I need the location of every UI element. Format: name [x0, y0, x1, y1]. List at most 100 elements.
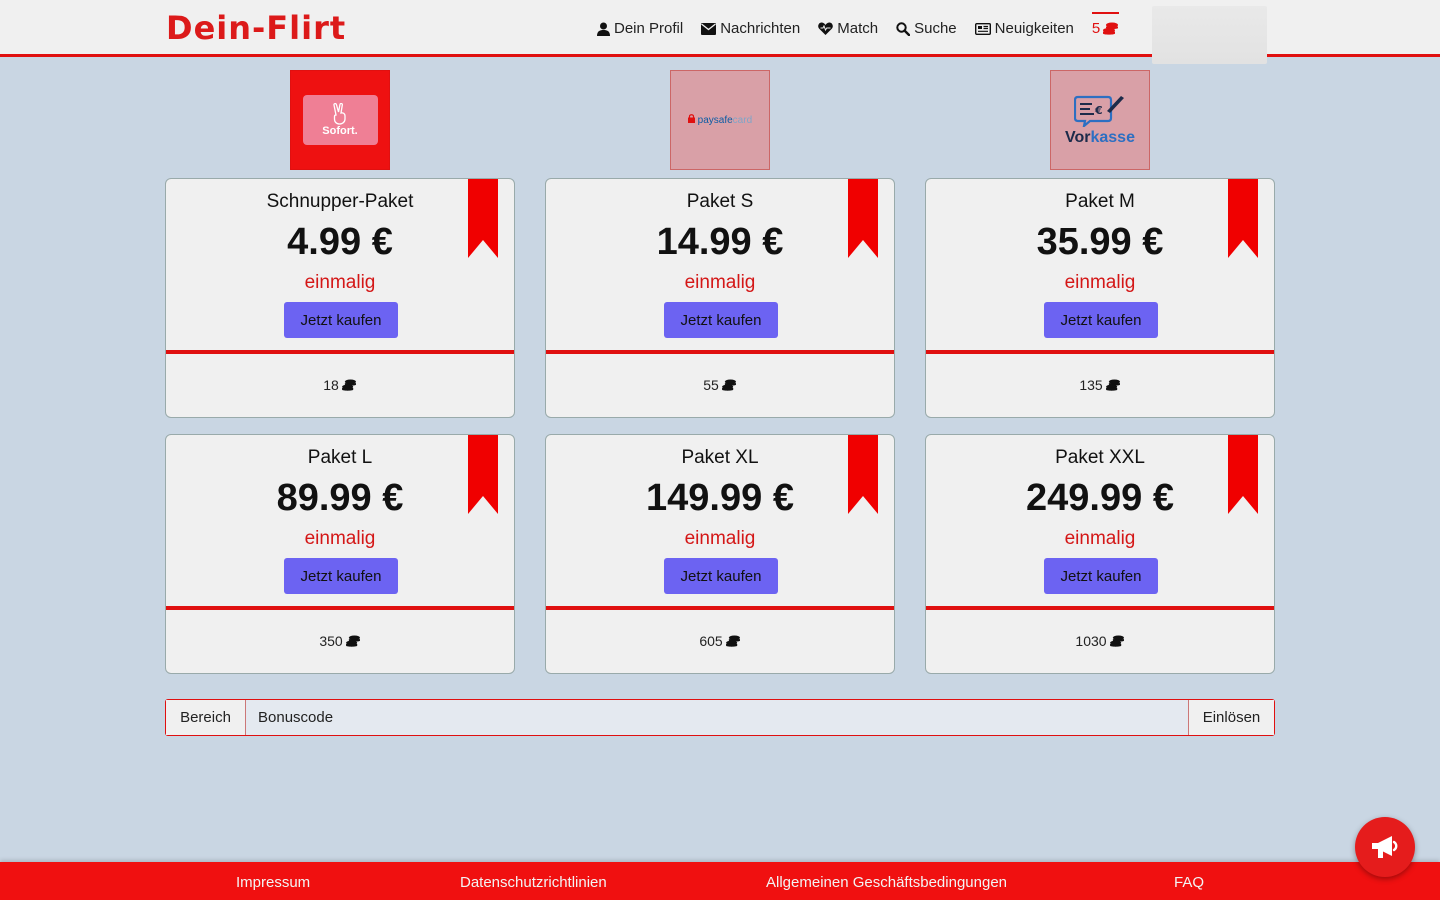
- lock-icon: [687, 114, 695, 123]
- search-icon: [896, 21, 911, 36]
- package-coins-value: 18: [323, 377, 339, 393]
- payment-sofort[interactable]: Sofort.: [290, 70, 390, 170]
- paysafecard-label-suffix: card: [732, 115, 753, 126]
- nav-profile-label: Dein Profil: [614, 20, 684, 37]
- nav-search[interactable]: Suche: [896, 20, 957, 37]
- bonus-code-input[interactable]: [246, 700, 1188, 735]
- package-card: Schnupper-Paket 4.99 € einmalig Jetzt ka…: [165, 178, 515, 418]
- package-period: einmalig: [304, 272, 376, 293]
- invoice-icon: €: [1073, 95, 1124, 127]
- package-card: Paket L 89.99 € einmalig Jetzt kaufen 35…: [165, 434, 515, 674]
- package-coins-value: 350: [319, 633, 343, 649]
- package-coins: 55: [546, 377, 894, 393]
- user-avatar-blurred[interactable]: [1152, 6, 1267, 64]
- package-period: einmalig: [684, 272, 756, 293]
- package-coins: 135: [926, 377, 1274, 393]
- footer-link-privacy[interactable]: Datenschutzrichtlinien: [460, 874, 607, 891]
- card-divider: [926, 350, 1274, 354]
- buy-button[interactable]: Jetzt kaufen: [1044, 558, 1158, 594]
- buy-button[interactable]: Jetzt kaufen: [664, 558, 778, 594]
- svg-text:€: €: [1094, 104, 1103, 117]
- payment-paysafecard[interactable]: paysafecard: [670, 70, 770, 170]
- nav-news[interactable]: Neuigkeiten: [974, 20, 1074, 37]
- footer-link-terms[interactable]: Allgemeinen Geschäftsbedingungen: [766, 874, 1007, 891]
- coins-icon: [725, 634, 740, 647]
- package-card: Paket XXL 249.99 € einmalig Jetzt kaufen…: [925, 434, 1275, 674]
- coins-icon: [1109, 634, 1124, 647]
- newspaper-icon: [974, 22, 991, 35]
- nav-news-label: Neuigkeiten: [994, 20, 1074, 37]
- package-price: 89.99 €: [276, 477, 404, 519]
- buy-button[interactable]: Jetzt kaufen: [664, 302, 778, 338]
- package-card: Paket M 35.99 € einmalig Jetzt kaufen 13…: [925, 178, 1275, 418]
- package-coins: 18: [166, 377, 514, 393]
- vorkasse-logo: € Vorkasse: [1065, 93, 1135, 147]
- package-coins-value: 605: [699, 633, 723, 649]
- package-name: Schnupper-Paket: [266, 191, 414, 212]
- nav-messages-label: Nachrichten: [720, 20, 801, 37]
- package-period: einmalig: [1064, 528, 1136, 549]
- package-coins: 605: [546, 633, 894, 649]
- coin-balance[interactable]: 5: [1091, 12, 1120, 37]
- package-name: Paket XL: [681, 447, 759, 468]
- package-price: 4.99 €: [287, 221, 393, 263]
- package-coins-value: 135: [1079, 377, 1103, 393]
- top-header: Dein-Flirt Dein Profil Nachrichten Match…: [0, 0, 1440, 64]
- card-divider: [926, 606, 1274, 610]
- coin-balance-value: 5: [1091, 20, 1101, 37]
- envelope-icon: [701, 22, 717, 35]
- package-card: Paket XL 149.99 € einmalig Jetzt kaufen …: [545, 434, 895, 674]
- package-coins-value: 55: [703, 377, 719, 393]
- buy-button[interactable]: Jetzt kaufen: [284, 302, 398, 338]
- package-price: 35.99 €: [1036, 221, 1164, 263]
- sofort-label: Sofort.: [322, 125, 358, 137]
- buy-button[interactable]: Jetzt kaufen: [1044, 302, 1158, 338]
- paysafecard-logo: paysafecard: [687, 114, 753, 126]
- package-price: 14.99 €: [656, 221, 784, 263]
- package-name: Paket M: [1065, 191, 1135, 212]
- package-price: 149.99 €: [646, 477, 794, 519]
- footer-link-faq[interactable]: FAQ: [1174, 874, 1204, 891]
- package-period: einmalig: [684, 528, 756, 549]
- buy-button[interactable]: Jetzt kaufen: [284, 558, 398, 594]
- bonus-area-label: Bereich: [166, 700, 246, 735]
- package-coins: 1030: [926, 633, 1274, 649]
- card-divider: [166, 606, 514, 610]
- main-nav: Dein Profil Nachrichten Match Suche Neui…: [597, 12, 1120, 37]
- package-period: einmalig: [1064, 272, 1136, 293]
- paysafecard-label: paysafe: [697, 115, 733, 126]
- package-coins: 350: [166, 633, 514, 649]
- announcement-button[interactable]: [1355, 817, 1415, 877]
- coins-icon: [721, 378, 736, 391]
- nav-match-label: Match: [837, 20, 879, 37]
- footer-link-impressum[interactable]: Impressum: [236, 874, 310, 891]
- coins-icon: [1103, 22, 1119, 35]
- card-divider: [166, 350, 514, 354]
- nav-match[interactable]: Match: [818, 20, 878, 37]
- package-name: Paket S: [686, 191, 754, 212]
- coins-icon: [1105, 378, 1120, 391]
- payment-vorkasse[interactable]: € Vorkasse: [1050, 70, 1150, 170]
- footer: Impressum Datenschutzrichtlinien Allgeme…: [0, 862, 1440, 900]
- redeem-button[interactable]: Einlösen: [1188, 700, 1274, 735]
- site-logo[interactable]: Dein-Flirt: [166, 9, 346, 47]
- user-icon: [597, 22, 610, 36]
- peace-hand-icon: [333, 103, 346, 125]
- megaphone-icon: [1372, 836, 1398, 858]
- vorkasse-label: Vorkasse: [1065, 129, 1135, 146]
- card-divider: [546, 350, 894, 354]
- package-card: Paket S 14.99 € einmalig Jetzt kaufen 55: [545, 178, 895, 418]
- package-name: Paket XXL: [1055, 447, 1145, 468]
- package-coins-value: 1030: [1075, 633, 1107, 649]
- sofort-logo: Sofort.: [302, 95, 378, 145]
- coins-icon: [345, 634, 360, 647]
- coins-icon: [341, 378, 356, 391]
- package-price: 249.99 €: [1026, 477, 1174, 519]
- package-name: Paket L: [307, 447, 373, 468]
- heart-icon: [818, 22, 834, 35]
- package-period: einmalig: [304, 528, 376, 549]
- nav-messages[interactable]: Nachrichten: [701, 20, 800, 37]
- card-divider: [546, 606, 894, 610]
- nav-search-label: Suche: [914, 20, 957, 37]
- nav-profile[interactable]: Dein Profil: [597, 20, 683, 37]
